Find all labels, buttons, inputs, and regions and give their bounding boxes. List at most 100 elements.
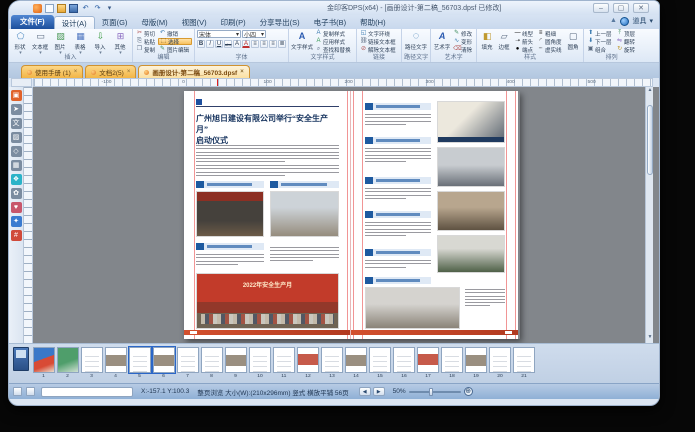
tools-menu-caret-icon[interactable]: ▾ bbox=[649, 17, 653, 25]
align-justify-button[interactable]: ≣ bbox=[278, 40, 286, 48]
zoom-slider-knob[interactable] bbox=[429, 388, 433, 396]
save-icon[interactable] bbox=[69, 4, 78, 13]
scroll-down-icon[interactable]: ▼ bbox=[646, 334, 653, 343]
align-right-button[interactable]: ≡ bbox=[269, 40, 277, 48]
select-tool-button[interactable]: ⬚ 选择 bbox=[158, 38, 192, 45]
doc-tab-doc2[interactable]: 文档2(5) × bbox=[85, 65, 136, 78]
page-thumbnail[interactable]: 21 bbox=[513, 347, 535, 379]
tab-help[interactable]: 帮助(H) bbox=[353, 16, 392, 29]
flip-button[interactable]: ⇋ 翻转 bbox=[615, 38, 637, 45]
line-type-button[interactable]: — 线型 bbox=[513, 30, 535, 37]
component-tool[interactable]: ✿ bbox=[11, 188, 22, 199]
minimize-button[interactable]: – bbox=[593, 3, 609, 13]
page-thumbnail[interactable]: 17 bbox=[417, 347, 439, 379]
tab-share-export[interactable]: 分享导出(S) bbox=[253, 16, 307, 29]
favorite-tool[interactable]: ♥ bbox=[11, 202, 22, 213]
corner-radius-button[interactable]: ◜ 圆角度 bbox=[536, 38, 564, 45]
page-thumbnail[interactable]: 4 bbox=[105, 347, 127, 379]
cut-button[interactable]: ✂ 剪切 bbox=[135, 30, 157, 37]
unlink-textbox-button[interactable]: ⊘ 解除文本框 bbox=[359, 46, 399, 53]
page-thumbnail[interactable]: 12 bbox=[297, 347, 319, 379]
doc-tab-manual[interactable]: 使用手册 (1) × bbox=[21, 65, 83, 78]
insert-other-button[interactable]: ⊞ 其他 ▾ bbox=[111, 30, 130, 55]
scroll-up-icon[interactable]: ▲ bbox=[646, 87, 653, 96]
insert-textbox-button[interactable]: ▭ 文本框 ▾ bbox=[31, 30, 50, 55]
workstation-photo[interactable] bbox=[437, 235, 505, 273]
redo-icon[interactable]: ↷ bbox=[93, 4, 102, 13]
status-quick-input[interactable] bbox=[41, 387, 133, 397]
font-size-select[interactable]: 小四 ▾ bbox=[242, 30, 266, 38]
maximize-button[interactable]: ▢ bbox=[613, 3, 629, 13]
bold-button[interactable]: B bbox=[197, 40, 205, 48]
font-color-button[interactable]: A bbox=[242, 40, 250, 48]
tab-view[interactable]: 视图(V) bbox=[175, 16, 214, 29]
grow-font-button[interactable]: A bbox=[233, 40, 241, 48]
page-thumbnail[interactable]: 16 bbox=[393, 347, 415, 379]
insert-table-button[interactable]: ▦ 表格 ▾ bbox=[71, 30, 90, 55]
page-thumbnail[interactable]: 9 bbox=[225, 347, 247, 379]
strikethrough-button[interactable]: abc bbox=[224, 40, 232, 48]
close-tab-icon[interactable]: × bbox=[127, 69, 131, 75]
import-button[interactable]: ⇩ 导入 ▾ bbox=[91, 30, 110, 55]
doc-tab-album-active[interactable]: 画册设计-第二稿_56703.dpsf × bbox=[138, 65, 249, 78]
text-tool[interactable]: 文 bbox=[11, 118, 22, 129]
qat-dropdown-icon[interactable]: ▾ bbox=[105, 4, 114, 13]
article-headline[interactable]: 广州旭日建设有限公司举行“安全生产月” 启动仪式 bbox=[196, 113, 339, 146]
page-thumbnail[interactable]: 11 bbox=[273, 347, 295, 379]
wordart-button[interactable]: A 艺术字 bbox=[433, 30, 451, 51]
page-thumbnail[interactable]: 5 bbox=[129, 347, 151, 379]
page-thumbnail[interactable]: 19 bbox=[465, 347, 487, 379]
book-overview-icon[interactable] bbox=[13, 347, 29, 371]
align-left-button[interactable]: ≡ bbox=[251, 40, 259, 48]
text-style-button[interactable]: A 文字样式 bbox=[291, 30, 313, 51]
tab-print[interactable]: 印刷(P) bbox=[214, 16, 253, 29]
page-thumbnail[interactable]: 1 bbox=[33, 347, 55, 379]
page-thumbnail[interactable]: 7 bbox=[177, 347, 199, 379]
wordart-transform-button[interactable]: ∿ 变形 bbox=[452, 38, 474, 45]
page-thumbnail[interactable]: 18 bbox=[441, 347, 463, 379]
zoom-in-icon[interactable]: ⊕ bbox=[464, 387, 473, 396]
bring-forward-button[interactable]: ⬆ 上一层 bbox=[586, 30, 614, 37]
table-tool[interactable]: ▦ bbox=[11, 160, 22, 171]
page-left[interactable]: 广州旭日建设有限公司举行“安全生产月” 启动仪式 bbox=[184, 91, 351, 339]
page-thumbnail[interactable]: 14 bbox=[345, 347, 367, 379]
border-button[interactable]: ▱ 边框 bbox=[496, 30, 512, 51]
tab-page[interactable]: 页面(G) bbox=[95, 16, 135, 29]
arrow-button[interactable]: ➝ 箭头 bbox=[513, 38, 535, 45]
group-button[interactable]: ▣ 组合 bbox=[586, 46, 614, 53]
select-tool[interactable]: ➤ bbox=[11, 104, 22, 115]
prev-page-button[interactable]: ◀ bbox=[359, 387, 371, 396]
page-thumbnail[interactable]: 15 bbox=[369, 347, 391, 379]
image-tool[interactable]: ▨ bbox=[11, 132, 22, 143]
rounded-corner-button[interactable]: ▢ 圆角 bbox=[565, 30, 581, 51]
thickness-button[interactable]: ≡ 粗细 bbox=[536, 30, 564, 37]
send-backward-button[interactable]: ⬇ 下一层 bbox=[586, 38, 614, 45]
fill-button[interactable]: ◧ 填充 bbox=[479, 30, 495, 51]
insert-shape-button[interactable]: ⬠ 形状 ▾ bbox=[11, 30, 30, 55]
tab-master[interactable]: 母版(M) bbox=[134, 16, 174, 29]
library-tool[interactable]: ▣ bbox=[11, 90, 22, 101]
insert-image-button[interactable]: ▨ 图片 ▾ bbox=[51, 30, 70, 55]
tab-ebook[interactable]: 电子书(B) bbox=[307, 16, 354, 29]
page-number-tool[interactable]: # bbox=[11, 230, 22, 241]
underline-button[interactable]: U bbox=[215, 40, 223, 48]
vertical-scrollbar[interactable]: ▲ ▼ bbox=[645, 87, 653, 343]
bring-to-front-button[interactable]: ⤒ 顶层 bbox=[615, 30, 637, 37]
tab-design[interactable]: 设计(A) bbox=[54, 16, 95, 29]
globe-icon[interactable] bbox=[620, 17, 629, 26]
next-page-button[interactable]: ▶ bbox=[373, 387, 385, 396]
background-tool[interactable]: ❖ bbox=[11, 174, 22, 185]
rotate-button[interactable]: ↻ 旋转 bbox=[615, 46, 637, 53]
document-canvas[interactable]: 广州旭日建设有限公司举行“安全生产月” 启动仪式 bbox=[33, 87, 653, 343]
wordart-clear-button[interactable]: ⌫ 清除 bbox=[452, 46, 474, 53]
page-thumbnail[interactable]: 10 bbox=[249, 347, 271, 379]
horizontal-ruler[interactable]: -100 0 100 200 300 400 500 bbox=[33, 78, 653, 87]
page-right[interactable] bbox=[351, 91, 518, 339]
text-wrap-button[interactable]: ◱ 文字环绕 bbox=[359, 30, 399, 37]
zoom-slider[interactable] bbox=[409, 391, 461, 393]
scrollbar-thumb[interactable] bbox=[647, 105, 653, 175]
path-text-button[interactable]: ◌ 路径文字 bbox=[404, 30, 428, 51]
page-spread[interactable]: 广州旭日建设有限公司举行“安全生产月” 启动仪式 bbox=[184, 91, 520, 339]
copy-style-button[interactable]: A 复制样式 bbox=[314, 30, 354, 37]
people-photo[interactable] bbox=[437, 101, 505, 143]
